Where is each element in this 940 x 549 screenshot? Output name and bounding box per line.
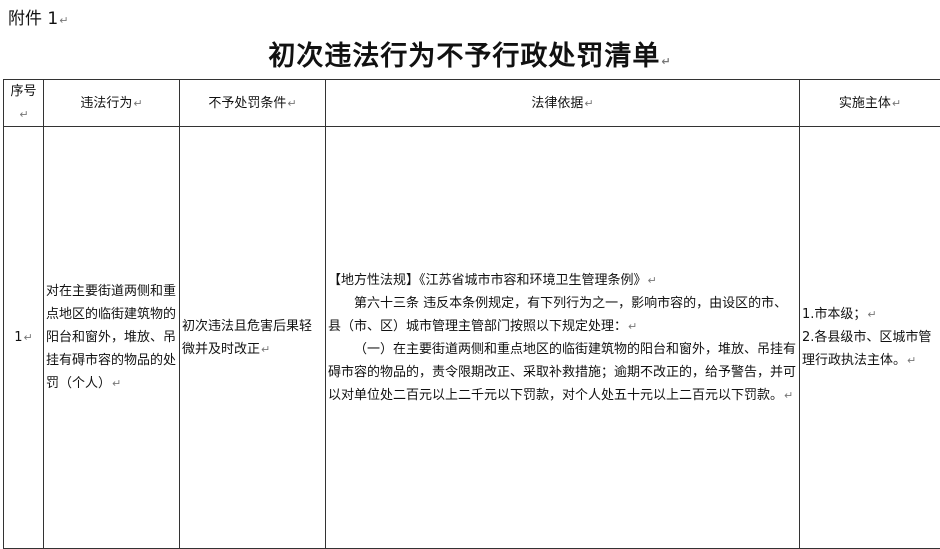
enforcer-item: 2.各县级市、区城市管理行政执法主体。↵ [802,326,938,372]
basis-article: 第六十三条 违反本条例规定，有下列行为之一，影响市容的，由设区的市、县（市、区）… [328,292,797,338]
table-row: 1↵ 对在主要街道两侧和重点地区的临街建筑物的阳台和窗外，堆放、吊挂有碍市容的物… [4,127,940,549]
column-header-violation: 违法行为↵ [44,80,180,127]
attachment-label: 附件 1↵ [8,4,68,29]
enforcer-item: 1.市本级；↵ [802,303,938,326]
basis-clause: （一）在主要街道两侧和重点地区的临街建筑物的阳台和窗外，堆放、吊挂有碍市容的物品… [328,338,797,407]
page-title: 初次违法行为不予行政处罚清单↵ [0,34,940,73]
table-header-row: 序号↵ 违法行为↵ 不予处罚条件↵ 法律依据↵ 实施主体↵ [4,80,940,127]
cell-enforcer: 1.市本级；↵ 2.各县级市、区城市管理行政执法主体。↵ [800,127,940,549]
cell-violation: 对在主要街道两侧和重点地区的临街建筑物的阳台和窗外，堆放、吊挂有碍市容的物品的处… [44,127,180,549]
column-header-index: 序号↵ [4,80,44,127]
column-header-enforcer: 实施主体↵ [800,80,940,127]
basis-source: 【地方性法规】《江苏省城市市容和环境卫生管理条例》↵ [328,269,797,292]
column-header-basis: 法律依据↵ [326,80,800,127]
cell-index: 1↵ [4,127,44,549]
cell-condition: 初次违法且危害后果轻微并及时改正↵ [180,127,326,549]
penalty-table: 序号↵ 违法行为↵ 不予处罚条件↵ 法律依据↵ 实施主体↵ 1↵ 对在主要街道两… [3,79,940,549]
cell-legal-basis: 【地方性法规】《江苏省城市市容和环境卫生管理条例》↵ 第六十三条 违反本条例规定… [326,127,800,549]
column-header-condition: 不予处罚条件↵ [180,80,326,127]
